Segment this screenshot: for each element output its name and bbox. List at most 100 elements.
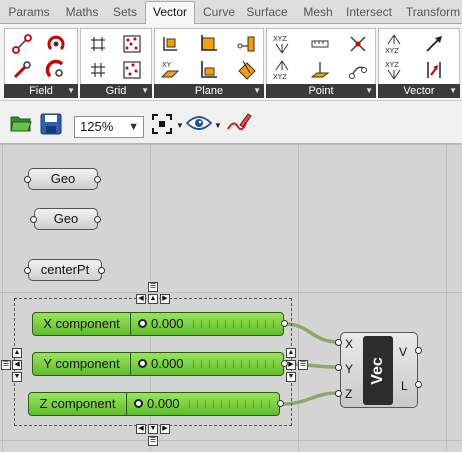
- geo-param-1-input-grip[interactable]: [24, 176, 31, 183]
- slider-x-output-grip[interactable]: [281, 320, 288, 327]
- point-distance-icon[interactable]: [309, 33, 331, 55]
- plane-rotate-icon[interactable]: [235, 59, 257, 81]
- zoom-extents-dropdown-icon[interactable]: ▼: [176, 121, 184, 130]
- tab-vector[interactable]: Vector: [145, 1, 195, 25]
- vec-output-v: V: [399, 345, 408, 359]
- vec-output-v-grip[interactable]: [415, 347, 422, 354]
- tab-mesh[interactable]: Mesh: [300, 4, 336, 24]
- field-line-icon[interactable]: [11, 33, 33, 55]
- group-handle-bottom-icon[interactable]: ☰: [148, 436, 158, 446]
- slider-y-ticks: [193, 353, 281, 375]
- point-project-icon[interactable]: [309, 59, 331, 81]
- slider-y-component[interactable]: Y component 0.000: [32, 352, 284, 376]
- group-handle-left-icon[interactable]: ☰: [1, 360, 11, 370]
- vector-xyz-component[interactable]: X Y Z Vec V L: [340, 332, 418, 408]
- slider-x-name: X component: [33, 313, 131, 335]
- panel-grid: Grid ▼: [80, 28, 152, 98]
- group-handle-right-up-icon[interactable]: ▲: [286, 348, 296, 358]
- group-handle-bottom-left-icon[interactable]: ◀: [136, 424, 146, 434]
- group-handle-right-down-icon[interactable]: ▼: [286, 372, 296, 382]
- plane-origin-icon[interactable]: [197, 33, 219, 55]
- vec-input-y-grip[interactable]: [335, 364, 342, 371]
- point-construct-icon[interactable]: XYZ: [271, 59, 293, 81]
- zoom-extents-icon[interactable]: [151, 113, 173, 140]
- geo-param-1-output-grip[interactable]: [94, 176, 101, 183]
- panel-field: Field ▼: [4, 28, 78, 98]
- vec-component-title: Vec: [369, 356, 386, 385]
- group-handle-left-up-icon[interactable]: ▲: [12, 348, 22, 358]
- tab-curve[interactable]: Curve: [200, 4, 238, 24]
- vec-input-y: Y: [345, 362, 354, 376]
- field-spin-icon[interactable]: [45, 33, 67, 55]
- geo-param-2[interactable]: Geo: [34, 208, 98, 230]
- tab-intersect[interactable]: Intersect: [343, 4, 395, 24]
- slider-x-component[interactable]: X component 0.000: [32, 312, 284, 336]
- save-file-icon[interactable]: [40, 113, 62, 140]
- preview-dropdown-icon[interactable]: ▼: [214, 121, 222, 130]
- group-handle-left-mid-icon[interactable]: ◀: [12, 360, 22, 370]
- point-decompose-icon[interactable]: XYZ: [271, 33, 293, 55]
- group-handle-top-right-icon[interactable]: ▶: [160, 294, 170, 304]
- sketch-pen-icon[interactable]: [226, 111, 252, 138]
- preview-eye-icon[interactable]: [185, 115, 213, 136]
- panel-plane: XY Plane ▼: [154, 28, 264, 98]
- grasshopper-canvas[interactable]: Geo Geo centerPt ☰ ◀ ▲ ▶ ◀ ▼ ▶ ☰ ▲ ◀ ▼ ☰…: [0, 144, 462, 452]
- plane-line-icon[interactable]: [235, 33, 257, 55]
- centerpt-param[interactable]: centerPt: [28, 259, 102, 281]
- slider-z-component[interactable]: Z component 0.000: [28, 392, 280, 416]
- tab-params[interactable]: Params: [6, 4, 52, 24]
- vec-input-z-grip[interactable]: [335, 390, 342, 397]
- vector-xyz-icon[interactable]: XYZ: [383, 33, 405, 55]
- vec-output-l-grip[interactable]: [415, 381, 422, 388]
- group-handle-top-left-icon[interactable]: ◀: [136, 294, 146, 304]
- slider-z-ticks: [189, 393, 277, 415]
- vector-deconstruct-icon[interactable]: XYZ: [383, 59, 405, 81]
- ribbon: Field ▼ Grid ▼ XY Plane ▼ XYZ XYZ Point …: [0, 24, 462, 100]
- slider-x-knob[interactable]: [138, 319, 147, 328]
- group-handle-right-icon[interactable]: ☰: [298, 360, 308, 370]
- geo-param-2-input-grip[interactable]: [30, 216, 37, 223]
- open-file-icon[interactable]: [10, 113, 32, 138]
- tab-surface[interactable]: Surface: [244, 4, 290, 24]
- plane-align-icon[interactable]: [197, 59, 219, 81]
- geo-param-2-output-grip[interactable]: [94, 216, 101, 223]
- grid-rect-icon[interactable]: [87, 59, 109, 81]
- field-charge-icon[interactable]: [45, 59, 67, 81]
- slider-y-value: 0.000: [151, 356, 184, 371]
- point-network-icon[interactable]: [347, 33, 369, 55]
- vector-reverse-icon[interactable]: [423, 59, 445, 81]
- slider-y-knob[interactable]: [138, 359, 147, 368]
- centerpt-param-input-grip[interactable]: [24, 267, 31, 274]
- panel-label-grid: Grid ▼: [80, 84, 152, 98]
- vector-amplitude-icon[interactable]: [423, 33, 445, 55]
- grid-square-icon[interactable]: [87, 33, 109, 55]
- slider-y-output-grip[interactable]: [281, 360, 288, 367]
- tab-sets[interactable]: Sets: [110, 4, 140, 24]
- tab-maths[interactable]: Maths: [60, 4, 104, 24]
- chevron-down-icon: ▼: [128, 121, 139, 133]
- grid-populate-icon[interactable]: [121, 33, 143, 55]
- panel-label-field: Field ▼: [4, 84, 78, 98]
- slider-z-output-grip[interactable]: [277, 400, 284, 407]
- tab-transform[interactable]: Transform: [404, 4, 462, 24]
- group-handle-left-down-icon[interactable]: ▼: [12, 372, 22, 382]
- svg-text:XYZ: XYZ: [273, 73, 287, 81]
- field-point-icon[interactable]: [11, 59, 33, 81]
- centerpt-param-output-grip[interactable]: [98, 267, 105, 274]
- plane-axes-icon[interactable]: [159, 33, 181, 55]
- group-handle-bottom-right-icon[interactable]: ▶: [160, 424, 170, 434]
- vec-input-x-grip[interactable]: [335, 339, 342, 346]
- svg-text:XYZ: XYZ: [385, 61, 399, 69]
- grid-random-icon[interactable]: [121, 59, 143, 81]
- vec-output-l: L: [401, 379, 408, 393]
- group-handle-bottom-mid-icon[interactable]: ▼: [148, 424, 158, 434]
- slider-x-ticks: [193, 313, 281, 335]
- zoom-select[interactable]: 125% ▼: [74, 116, 144, 138]
- plane-xy-icon[interactable]: XY: [159, 59, 181, 81]
- slider-z-knob[interactable]: [134, 399, 143, 408]
- vec-input-x: X: [345, 337, 354, 351]
- group-handle-top-mid-icon[interactable]: ▲: [148, 294, 158, 304]
- point-cull-icon[interactable]: [347, 59, 369, 81]
- group-handle-top-icon[interactable]: ☰: [148, 282, 158, 292]
- geo-param-1[interactable]: Geo: [28, 168, 98, 190]
